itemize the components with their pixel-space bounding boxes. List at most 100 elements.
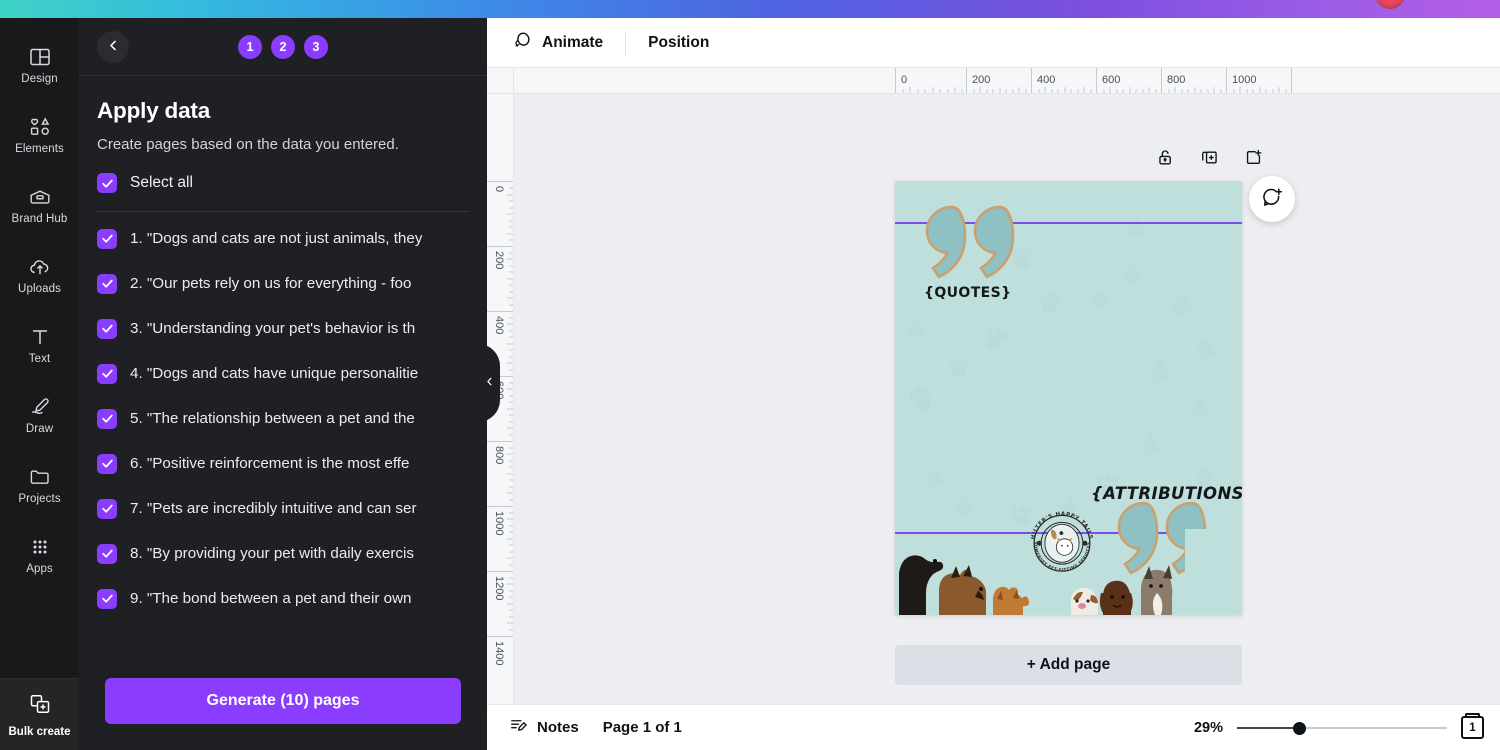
data-row-list[interactable]: 1. "Dogs and cats are not just animals, … xyxy=(79,216,487,664)
step-2[interactable]: 2 xyxy=(271,35,295,59)
panel-collapse-handle[interactable] xyxy=(478,344,500,422)
top-gradient-bar xyxy=(0,0,1500,18)
sidebar-item-label: Elements xyxy=(15,143,64,155)
bulk-create-panel: 1 2 3 Apply data Create pages based on t… xyxy=(79,18,487,750)
row-checkbox[interactable] xyxy=(97,499,117,519)
unlock-icon[interactable] xyxy=(1154,146,1176,168)
animate-button[interactable]: Animate xyxy=(500,26,615,60)
list-item-label: 6. "Positive reinforcement is the most e… xyxy=(130,455,409,472)
notes-icon xyxy=(509,716,528,739)
sidebar-item-label: Text xyxy=(29,353,51,365)
row-checkbox[interactable] xyxy=(97,544,117,564)
chevron-left-icon xyxy=(484,374,495,392)
quotes-placeholder-text[interactable]: {QUOTES} xyxy=(924,285,1012,301)
list-item-label: 5. "The relationship between a pet and t… xyxy=(130,410,415,427)
panel-subtitle: Create pages based on the data you enter… xyxy=(97,135,469,155)
sidebar-item-brand-hub[interactable]: Brand Hub xyxy=(0,170,79,240)
horizontal-ruler[interactable]: 0 200 400 600 800 1000 xyxy=(514,68,1500,94)
list-item[interactable]: 3. "Understanding your pet's behavior is… xyxy=(97,306,469,351)
list-item[interactable]: 6. "Positive reinforcement is the most e… xyxy=(97,441,469,486)
add-page-icon[interactable] xyxy=(1242,146,1264,168)
design-icon xyxy=(28,45,52,69)
step-3[interactable]: 3 xyxy=(304,35,328,59)
sidebar-item-label: Bulk create xyxy=(8,726,70,738)
sidebar-item-design[interactable]: Design xyxy=(0,30,79,100)
panel-body: Apply data Create pages based on the dat… xyxy=(79,76,487,212)
row-checkbox[interactable] xyxy=(97,409,117,429)
row-checkbox[interactable] xyxy=(97,589,117,609)
bulk-create-icon xyxy=(28,692,52,721)
list-item[interactable]: 9. "The bond between a pet and their own xyxy=(97,576,469,621)
zoom-slider-knob[interactable] xyxy=(1293,722,1306,735)
elements-icon xyxy=(28,115,52,139)
sidebar-item-text[interactable]: Text xyxy=(0,310,79,380)
page-tools xyxy=(1154,146,1264,168)
list-item[interactable]: 4. "Dogs and cats have unique personalit… xyxy=(97,351,469,396)
duplicate-page-icon[interactable] xyxy=(1198,146,1220,168)
canvas-workspace[interactable]: {QUOTES} {ATTRIBUTIONS} xyxy=(514,94,1500,704)
apps-icon xyxy=(28,535,52,559)
sidebar-item-projects[interactable]: Projects xyxy=(0,450,79,520)
add-comment-icon xyxy=(1261,186,1283,213)
page-title: Apply data xyxy=(97,98,469,124)
sidebar-item-label: Design xyxy=(21,73,57,85)
sidebar-item-bulk-create[interactable]: Bulk create xyxy=(0,678,79,750)
list-item-label: 4. "Dogs and cats have unique personalit… xyxy=(130,365,418,382)
list-item-label: 9. "The bond between a pet and their own xyxy=(130,590,412,607)
dogs-photo-strip[interactable] xyxy=(895,529,1242,615)
list-item[interactable]: 1. "Dogs and cats are not just animals, … xyxy=(97,216,469,261)
row-checkbox[interactable] xyxy=(97,364,117,384)
select-all-row[interactable]: Select all xyxy=(97,173,469,193)
row-checkbox[interactable] xyxy=(97,274,117,294)
uploads-icon xyxy=(28,255,52,279)
draw-icon xyxy=(28,395,52,419)
projects-icon xyxy=(28,465,52,489)
select-all-label: Select all xyxy=(130,174,193,192)
sidebar-item-label: Projects xyxy=(18,493,60,505)
generate-pages-button[interactable]: Generate (10) pages xyxy=(105,678,461,724)
add-page-button[interactable]: + Add page xyxy=(895,645,1242,685)
animate-icon xyxy=(512,30,533,56)
position-button[interactable]: Position xyxy=(636,26,721,60)
sidebar-item-uploads[interactable]: Uploads xyxy=(0,240,79,310)
sidebar-item-apps[interactable]: Apps xyxy=(0,520,79,590)
editor-toolbar: Animate Position xyxy=(487,18,1500,68)
select-all-checkbox[interactable] xyxy=(97,173,117,193)
list-item[interactable]: 2. "Our pets rely on us for everything -… xyxy=(97,261,469,306)
zoom-slider[interactable] xyxy=(1237,719,1447,737)
browser-tab-indicator xyxy=(1375,0,1405,9)
design-page[interactable]: {QUOTES} {ATTRIBUTIONS} xyxy=(895,181,1242,615)
list-item[interactable]: 8. "By providing your pet with daily exe… xyxy=(97,531,469,576)
list-item-label: 7. "Pets are incredibly intuitive and ca… xyxy=(130,500,417,517)
list-item-label: 3. "Understanding your pet's behavior is… xyxy=(130,320,415,337)
list-item[interactable]: 7. "Pets are incredibly intuitive and ca… xyxy=(97,486,469,531)
row-checkbox[interactable] xyxy=(97,454,117,474)
ruler-corner xyxy=(487,68,514,94)
row-checkbox[interactable] xyxy=(97,229,117,249)
row-checkbox[interactable] xyxy=(97,319,117,339)
sidebar-item-elements[interactable]: Elements xyxy=(0,100,79,170)
sidebar-item-label: Brand Hub xyxy=(12,213,68,225)
sidebar-item-label: Uploads xyxy=(18,283,61,295)
panel-footer: Generate (10) pages xyxy=(79,664,487,750)
panel-header: 1 2 3 xyxy=(79,18,487,76)
list-item-label: 8. "By providing your pet with daily exe… xyxy=(130,545,414,562)
brand-hub-icon xyxy=(28,185,52,209)
zoom-slider-fill xyxy=(1237,727,1299,729)
ruler-minor-ticks-h xyxy=(514,68,1500,94)
left-icon-rail: Design Elements xyxy=(0,18,79,750)
back-button[interactable] xyxy=(97,31,129,63)
sidebar-item-label: Draw xyxy=(26,423,53,435)
opening-quote-graphic[interactable] xyxy=(921,203,1019,293)
notes-label: Notes xyxy=(537,719,579,736)
step-1[interactable]: 1 xyxy=(238,35,262,59)
bottom-bar-right: 29% 1 xyxy=(1194,716,1488,739)
page-count-badge[interactable]: 1 xyxy=(1461,716,1484,739)
add-comment-button[interactable] xyxy=(1249,176,1295,222)
toolbar-divider xyxy=(625,31,626,55)
notes-button[interactable]: Notes xyxy=(499,712,589,744)
list-item[interactable]: 5. "The relationship between a pet and t… xyxy=(97,396,469,441)
list-item-label: 1. "Dogs and cats are not just animals, … xyxy=(130,230,422,247)
animate-label: Animate xyxy=(542,34,603,52)
sidebar-item-draw[interactable]: Draw xyxy=(0,380,79,450)
